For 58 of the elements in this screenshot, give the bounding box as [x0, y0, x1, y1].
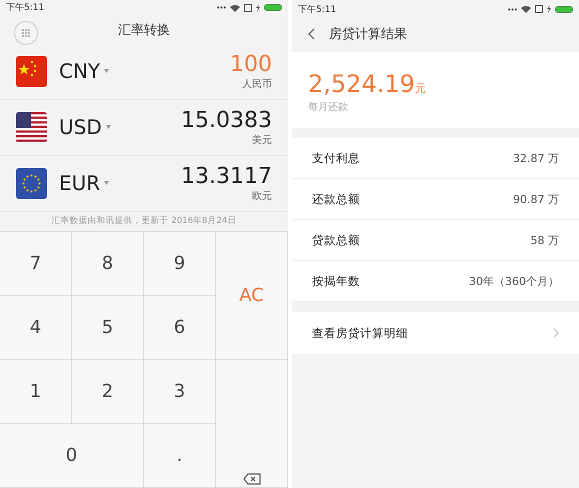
detail-link[interactable]: 查看房贷计算明细 [292, 312, 579, 354]
screen-title: 房贷计算结果 [329, 26, 407, 43]
flag-icon [16, 112, 47, 143]
source-note: 汇率数据由和讯提供，更新于 2016年8月24日 [50, 214, 238, 228]
key-button[interactable]: 2 [72, 360, 144, 424]
currency-amount: 13.3117 [181, 164, 272, 189]
row-value: 30年（360个月） [469, 274, 559, 288]
currency-name: 欧元 [252, 190, 272, 203]
status-time: 下午5:11 [6, 2, 44, 14]
row-label: 按揭年数 [312, 274, 360, 288]
wifi-icon [521, 5, 531, 13]
caret-icon [104, 181, 110, 186]
charging-icon [547, 5, 551, 13]
currency-selector[interactable]: EUR [59, 171, 110, 196]
menu-button[interactable] [14, 20, 38, 45]
wifi-icon [230, 4, 240, 12]
battery-icon [555, 6, 573, 12]
currency-name: 美元 [252, 134, 272, 147]
key-button[interactable]: . [144, 424, 216, 488]
row-value: 90.87 万 [513, 192, 559, 206]
key-button[interactable]: 8 [72, 232, 144, 296]
key-button[interactable]: 9 [144, 232, 216, 296]
monthly-payment: 2,524.19元 [308, 70, 427, 98]
row-label: 贷款总额 [312, 232, 360, 248]
flag-icon [16, 56, 47, 87]
key-button[interactable]: 0 [0, 424, 144, 488]
sim-icon [244, 4, 252, 12]
grid-icon [22, 28, 30, 37]
sim-icon [535, 5, 543, 13]
row-label: 还款总额 [312, 192, 360, 206]
currency-amount: 100 [230, 52, 272, 77]
row-value: 58 万 [530, 232, 559, 248]
flag-icon [16, 168, 47, 199]
currency-selector[interactable]: USD [59, 115, 111, 140]
row-value: 32.87 万 [513, 150, 559, 166]
row-label: 支付利息 [312, 150, 360, 166]
key-button[interactable]: 6 [144, 296, 216, 360]
currency-amount: 15.0383 [181, 108, 272, 133]
caret-icon [104, 69, 110, 74]
key-button[interactable]: 4 [0, 296, 72, 360]
charging-icon [256, 4, 260, 12]
screen-title: 汇率转换 [118, 22, 170, 39]
more-icon [508, 8, 517, 10]
monthly-label: 每月还款 [308, 101, 349, 114]
key-button[interactable]: 5 [72, 296, 144, 360]
battery-icon [264, 4, 282, 12]
status-time: 下午5:11 [298, 4, 336, 16]
key-button[interactable]: 7 [0, 232, 72, 296]
backspace-button[interactable] [216, 360, 288, 488]
key-button[interactable]: 1 [0, 360, 72, 424]
backspace-icon [242, 473, 260, 485]
currency-selector[interactable]: CNY [59, 59, 110, 84]
currency-name: 人民币 [242, 78, 272, 91]
back-icon[interactable] [308, 28, 315, 40]
caret-icon [106, 125, 111, 130]
chevron-icon [553, 328, 559, 338]
key-button[interactable]: 3 [144, 360, 216, 424]
more-icon [217, 6, 226, 10]
